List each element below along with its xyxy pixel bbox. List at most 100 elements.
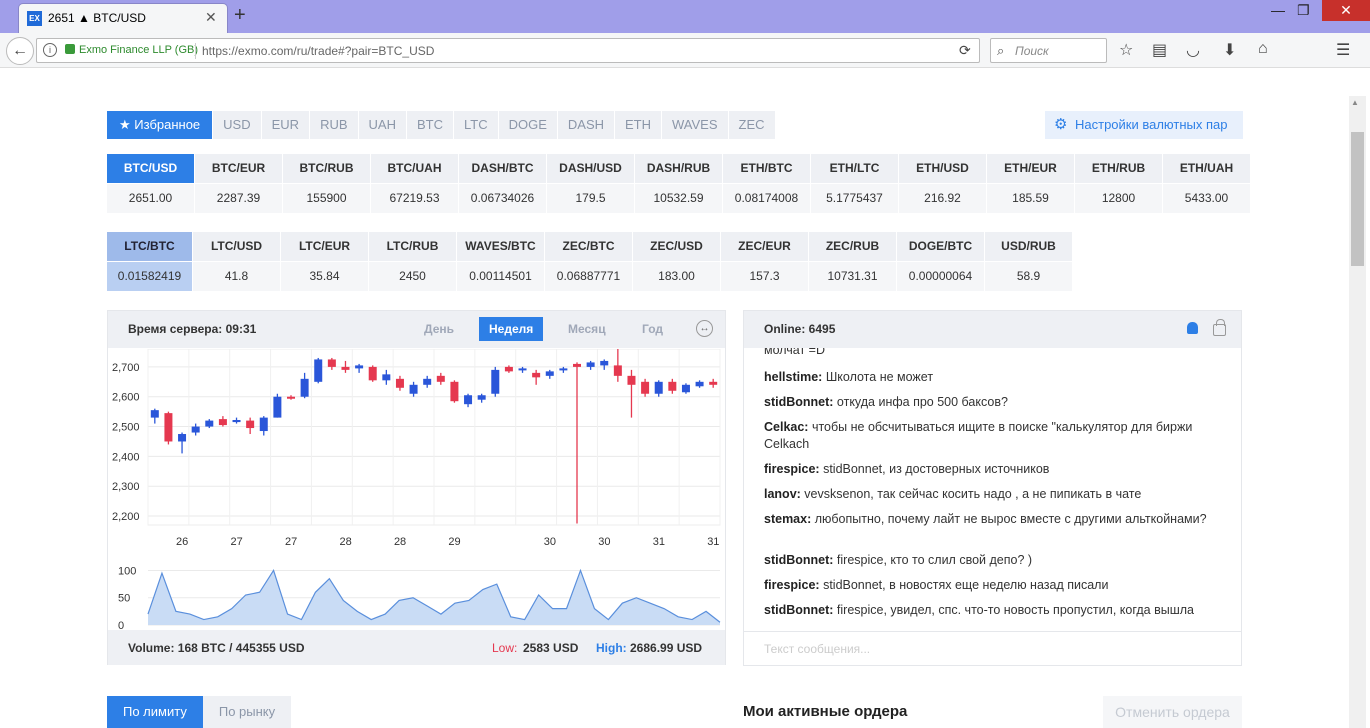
tab-market-order[interactable]: По рынку [202, 696, 292, 728]
chat-text: vevsksenon, так сейчас косить надо , а н… [800, 487, 1142, 501]
cancel-orders-button[interactable]: Отменить ордера [1103, 696, 1242, 728]
chat-username[interactable]: firespice: [764, 462, 820, 476]
chat-username[interactable]: hellstime: [764, 370, 822, 384]
pair-name: ETH/BTC [723, 154, 810, 183]
chat-message: stidBonnet: откуда инфа про 500 баксов? [764, 394, 1224, 411]
currency-filter-btc[interactable]: BTC [406, 111, 453, 139]
candle-body [504, 366, 513, 372]
pair-cell-eth-usd[interactable]: ETH/USD 216.92 [899, 154, 986, 213]
pair-cell-eth-ltc[interactable]: ETH/LTC 5.1775437 [811, 154, 898, 213]
pair-cell-eth-uah[interactable]: ETH/UAH 5433.00 [1163, 154, 1250, 213]
range-week-button[interactable]: Неделя [479, 317, 544, 341]
pair-cell-dash-btc[interactable]: DASH/BTC 0.06734026 [459, 154, 546, 213]
pair-cell-eth-rub[interactable]: ETH/RUB 12800 [1075, 154, 1162, 213]
pair-cell-ltc-eur[interactable]: LTC/EUR 35.84 [281, 232, 368, 291]
maximize-icon[interactable]: ❐ [1297, 2, 1310, 19]
reading-list-icon[interactable]: ▤ [1152, 40, 1167, 60]
price-axis-tick: 2,400 [112, 451, 140, 463]
chat-message: stidBonnet: firespice, кто то слил свой … [764, 552, 1224, 569]
padlock-icon[interactable] [1213, 319, 1226, 336]
pair-price: 216.92 [899, 184, 986, 213]
pair-cell-ltc-rub[interactable]: LTC/RUB 2450 [369, 232, 456, 291]
pair-name: LTC/USD [193, 232, 280, 261]
active-orders-title: Мои активные ордера [743, 703, 908, 720]
search-icon: ⌕ [997, 43, 1005, 58]
favorites-filter-button[interactable]: ★ Избранное [107, 111, 213, 139]
pair-cell-dash-rub[interactable]: DASH/RUB 10532.59 [635, 154, 722, 213]
currency-filter-usd[interactable]: USD [213, 111, 261, 139]
pair-price: 41.8 [193, 262, 280, 291]
pair-cell-btc-uah[interactable]: BTC/UAH 67219.53 [371, 154, 458, 213]
scroll-up-icon[interactable]: ▲ [1351, 98, 1359, 107]
pair-cell-btc-usd[interactable]: BTC/USD 2651.00 [107, 154, 194, 213]
reload-icon[interactable]: ⟳ [959, 42, 971, 59]
range-year-button[interactable]: Год [632, 317, 673, 341]
chat-username[interactable]: stidBonnet: [764, 553, 833, 567]
pair-cell-zec-eur[interactable]: ZEC/EUR 157.3 [721, 232, 808, 291]
expand-icon[interactable]: ↔ [696, 320, 713, 337]
currency-filter-eur[interactable]: EUR [261, 111, 310, 139]
pair-cell-zec-rub[interactable]: ZEC/RUB 10731.31 [809, 232, 896, 291]
pair-cell-btc-rub[interactable]: BTC/RUB 155900 [283, 154, 370, 213]
search-placeholder: Поиск [1015, 44, 1049, 58]
pair-price: 157.3 [721, 262, 808, 291]
home-icon[interactable]: ⌂ [1258, 40, 1268, 58]
currency-filter-zec[interactable]: ZEC [728, 111, 775, 139]
currency-filter-eth[interactable]: ETH [615, 111, 662, 139]
range-month-button[interactable]: Месяц [558, 317, 616, 341]
pair-cell-doge-btc[interactable]: DOGE/BTC 0.00000064 [897, 232, 984, 291]
chat-message: Celkac: чтобы не обсчитываться ищите в п… [764, 419, 1224, 453]
high-label: High: [596, 641, 627, 655]
url-text[interactable]: https://exmo.com/ru/trade#?pair=BTC_USD [202, 44, 434, 58]
time-axis-tick: 28 [394, 536, 406, 548]
pair-cell-eth-btc[interactable]: ETH/BTC 0.08174008 [723, 154, 810, 213]
exmo-favicon-icon: EX [27, 11, 42, 26]
browser-search-input[interactable]: ⌕ Поиск [990, 38, 1107, 63]
menu-hamburger-icon[interactable]: ☰ [1336, 40, 1350, 60]
pair-price: 0.00114501 [457, 262, 544, 291]
pair-cell-btc-eur[interactable]: BTC/EUR 2287.39 [195, 154, 282, 213]
info-icon[interactable]: i [43, 43, 57, 57]
chat-username[interactable]: stemax: [764, 512, 811, 526]
chat-text: откуда инфа про 500 баксов? [833, 395, 1008, 409]
minimize-icon[interactable]: — [1271, 2, 1285, 18]
chat-message: firespice: stidBonnet, из достоверных ис… [764, 461, 1224, 478]
url-bar[interactable]: i Exmo Finance LLP (GB) https://exmo.com… [36, 38, 980, 63]
pair-cell-dash-usd[interactable]: DASH/USD 179.5 [547, 154, 634, 213]
currency-filter-uah[interactable]: UAH [358, 111, 406, 139]
chat-username[interactable]: lanov: [764, 487, 801, 501]
pair-cell-ltc-btc[interactable]: LTC/BTC 0.01582419 [107, 232, 192, 291]
chat-username[interactable]: firespice: [764, 578, 820, 592]
lock-icon [65, 44, 75, 54]
currency-filter-ltc[interactable]: LTC [453, 111, 498, 139]
range-day-button[interactable]: День [414, 317, 464, 341]
chat-username[interactable]: stidBonnet: [764, 603, 833, 617]
currency-filters: USD EUR RUB UAH BTC LTC DOGE DASH ETH WAVES ZEC [213, 111, 775, 139]
bell-icon[interactable] [1187, 322, 1198, 334]
download-icon[interactable]: ⬇ [1223, 40, 1236, 60]
chat-username[interactable]: Celkac: [764, 420, 808, 434]
pair-cell-ltc-usd[interactable]: LTC/USD 41.8 [193, 232, 280, 291]
pair-cell-zec-btc[interactable]: ZEC/BTC 0.06887771 [545, 232, 632, 291]
window-close-icon[interactable]: ✕ [1322, 0, 1370, 21]
currency-filter-doge[interactable]: DOGE [498, 111, 557, 139]
browser-tab[interactable]: EX 2651 ▲ BTC/USD ✕ [18, 3, 228, 33]
pair-settings-button[interactable]: ⚙ Настройки валютных пар [1045, 111, 1243, 139]
currency-filter-dash[interactable]: DASH [557, 111, 615, 139]
pair-cell-waves-btc[interactable]: WAVES/BTC 0.00114501 [457, 232, 544, 291]
chat-message-input[interactable]: Текст сообщения... [744, 631, 1241, 665]
pocket-icon[interactable]: ◡ [1186, 40, 1200, 60]
chat-messages[interactable]: молчат =D hellstime: Школота не может stid… [744, 348, 1241, 631]
new-tab-icon[interactable]: + [234, 4, 246, 27]
back-arrow-icon[interactable]: ← [6, 37, 34, 65]
pair-cell-eth-eur[interactable]: ETH/EUR 185.59 [987, 154, 1074, 213]
bookmark-star-icon[interactable]: ☆ [1119, 40, 1133, 60]
scrollbar-thumb[interactable] [1351, 132, 1364, 266]
pair-cell-usd-rub[interactable]: USD/RUB 58.9 [985, 232, 1072, 291]
currency-filter-rub[interactable]: RUB [310, 111, 358, 139]
chat-username[interactable]: stidBonnet: [764, 395, 833, 409]
tab-close-icon[interactable]: ✕ [205, 9, 217, 26]
pair-cell-zec-usd[interactable]: ZEC/USD 183.00 [633, 232, 720, 291]
tab-limit-order[interactable]: По лимиту [107, 696, 203, 728]
currency-filter-waves[interactable]: WAVES [662, 111, 728, 139]
